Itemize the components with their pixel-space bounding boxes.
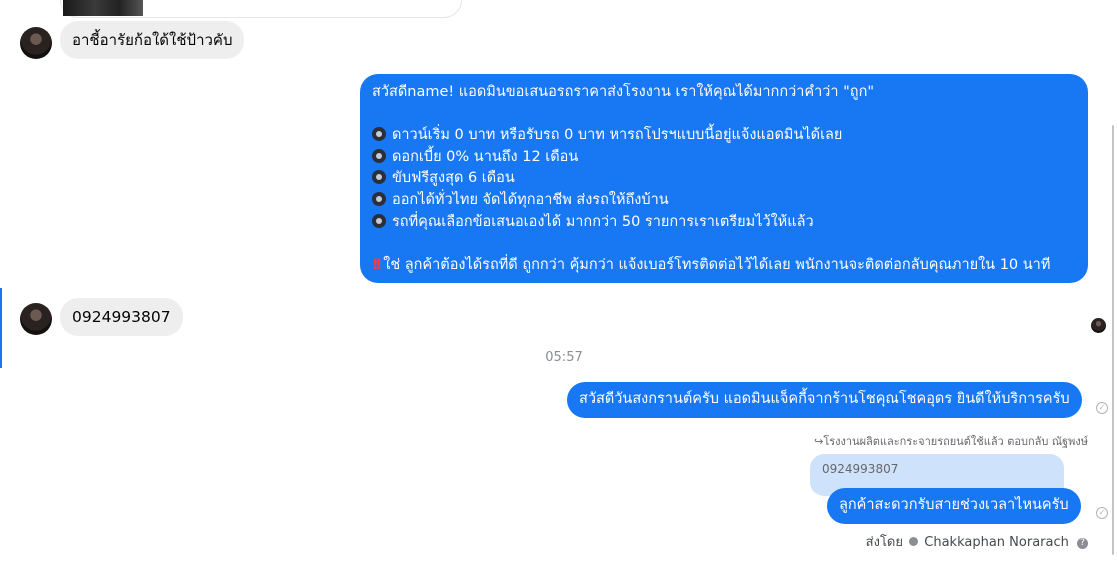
outgoing-reply-message: ลูกค้าสะดวกรับสายช่วงเวลาไหนครับ xyxy=(827,488,1081,524)
double-exclamation-icon: !! xyxy=(372,256,382,273)
shared-post-thumbnail xyxy=(63,0,143,16)
gear-emoji-icon xyxy=(372,170,386,185)
verified-icon xyxy=(909,537,919,546)
incoming-phone-message: 0924993807 xyxy=(60,298,183,336)
focus-indicator xyxy=(0,288,2,368)
gear-emoji-icon xyxy=(372,148,386,163)
gear-emoji-icon xyxy=(372,127,386,142)
offer-bullet: ออกได้ทั่วไทย จัดได้ทุกอาชีพ ส่งรถให้ถึง… xyxy=(372,190,1076,212)
outgoing-offer-message: สวัสดีname! แอดมินขอเสนอรถราคาส่งโรงงาน … xyxy=(360,74,1088,283)
offer-closing: !! ใช่ ลูกค้าต้องได้รถที่ดี ถูกกว่า คุ้มก… xyxy=(372,256,1051,273)
help-icon[interactable]: ? xyxy=(1077,538,1088,549)
offer-bullet: รถที่คุณเลือกข้อเสนอเองได้ มากกว่า 50 รา… xyxy=(372,212,1076,234)
avatar[interactable] xyxy=(20,303,52,335)
reply-context: ↪โรงงานผลิตและกระจายรถยนต์ใช้แล้ว ตอบกลั… xyxy=(814,435,1088,448)
gear-emoji-icon xyxy=(372,213,386,228)
incoming-message: อาชี้อารัยก้อใด้ใช้ป้าวคับ xyxy=(60,21,245,59)
offer-bullet: ขับฟรีสูงสุด 6 เดือน xyxy=(372,168,1076,190)
reply-arrow-icon: ↪ xyxy=(814,435,824,448)
outgoing-greeting-message: สวัสดีวันสงกรานต์ครับ แอดมินแจ็คกี้จากร้… xyxy=(567,382,1082,418)
sender-name[interactable]: Chakkaphan Norarach xyxy=(924,535,1069,550)
offer-bullet: ดอกเบี้ย 0% นานถึง 12 เดือน xyxy=(372,147,1076,169)
offer-intro: สวัสดีname! แอดมินขอเสนอรถราคาส่งโรงงาน … xyxy=(372,84,875,100)
message-timestamp: 05:57 xyxy=(545,350,583,365)
gear-emoji-icon xyxy=(372,191,386,206)
sent-status-icon: ✓ xyxy=(1096,402,1108,414)
scrollbar-thumb[interactable] xyxy=(1112,125,1114,555)
sent-by-label: ส่งโดย xyxy=(865,535,903,550)
offer-bullet: ดาวน์เริ่ม 0 บาท หรือรับรถ 0 บาท หารถโปร… xyxy=(372,125,1076,147)
sent-by-line: ส่งโดย Chakkaphan Norarach ? xyxy=(866,531,1088,552)
seen-avatar xyxy=(1091,318,1106,333)
sent-status-icon: ✓ xyxy=(1096,507,1108,519)
avatar[interactable] xyxy=(20,27,52,59)
